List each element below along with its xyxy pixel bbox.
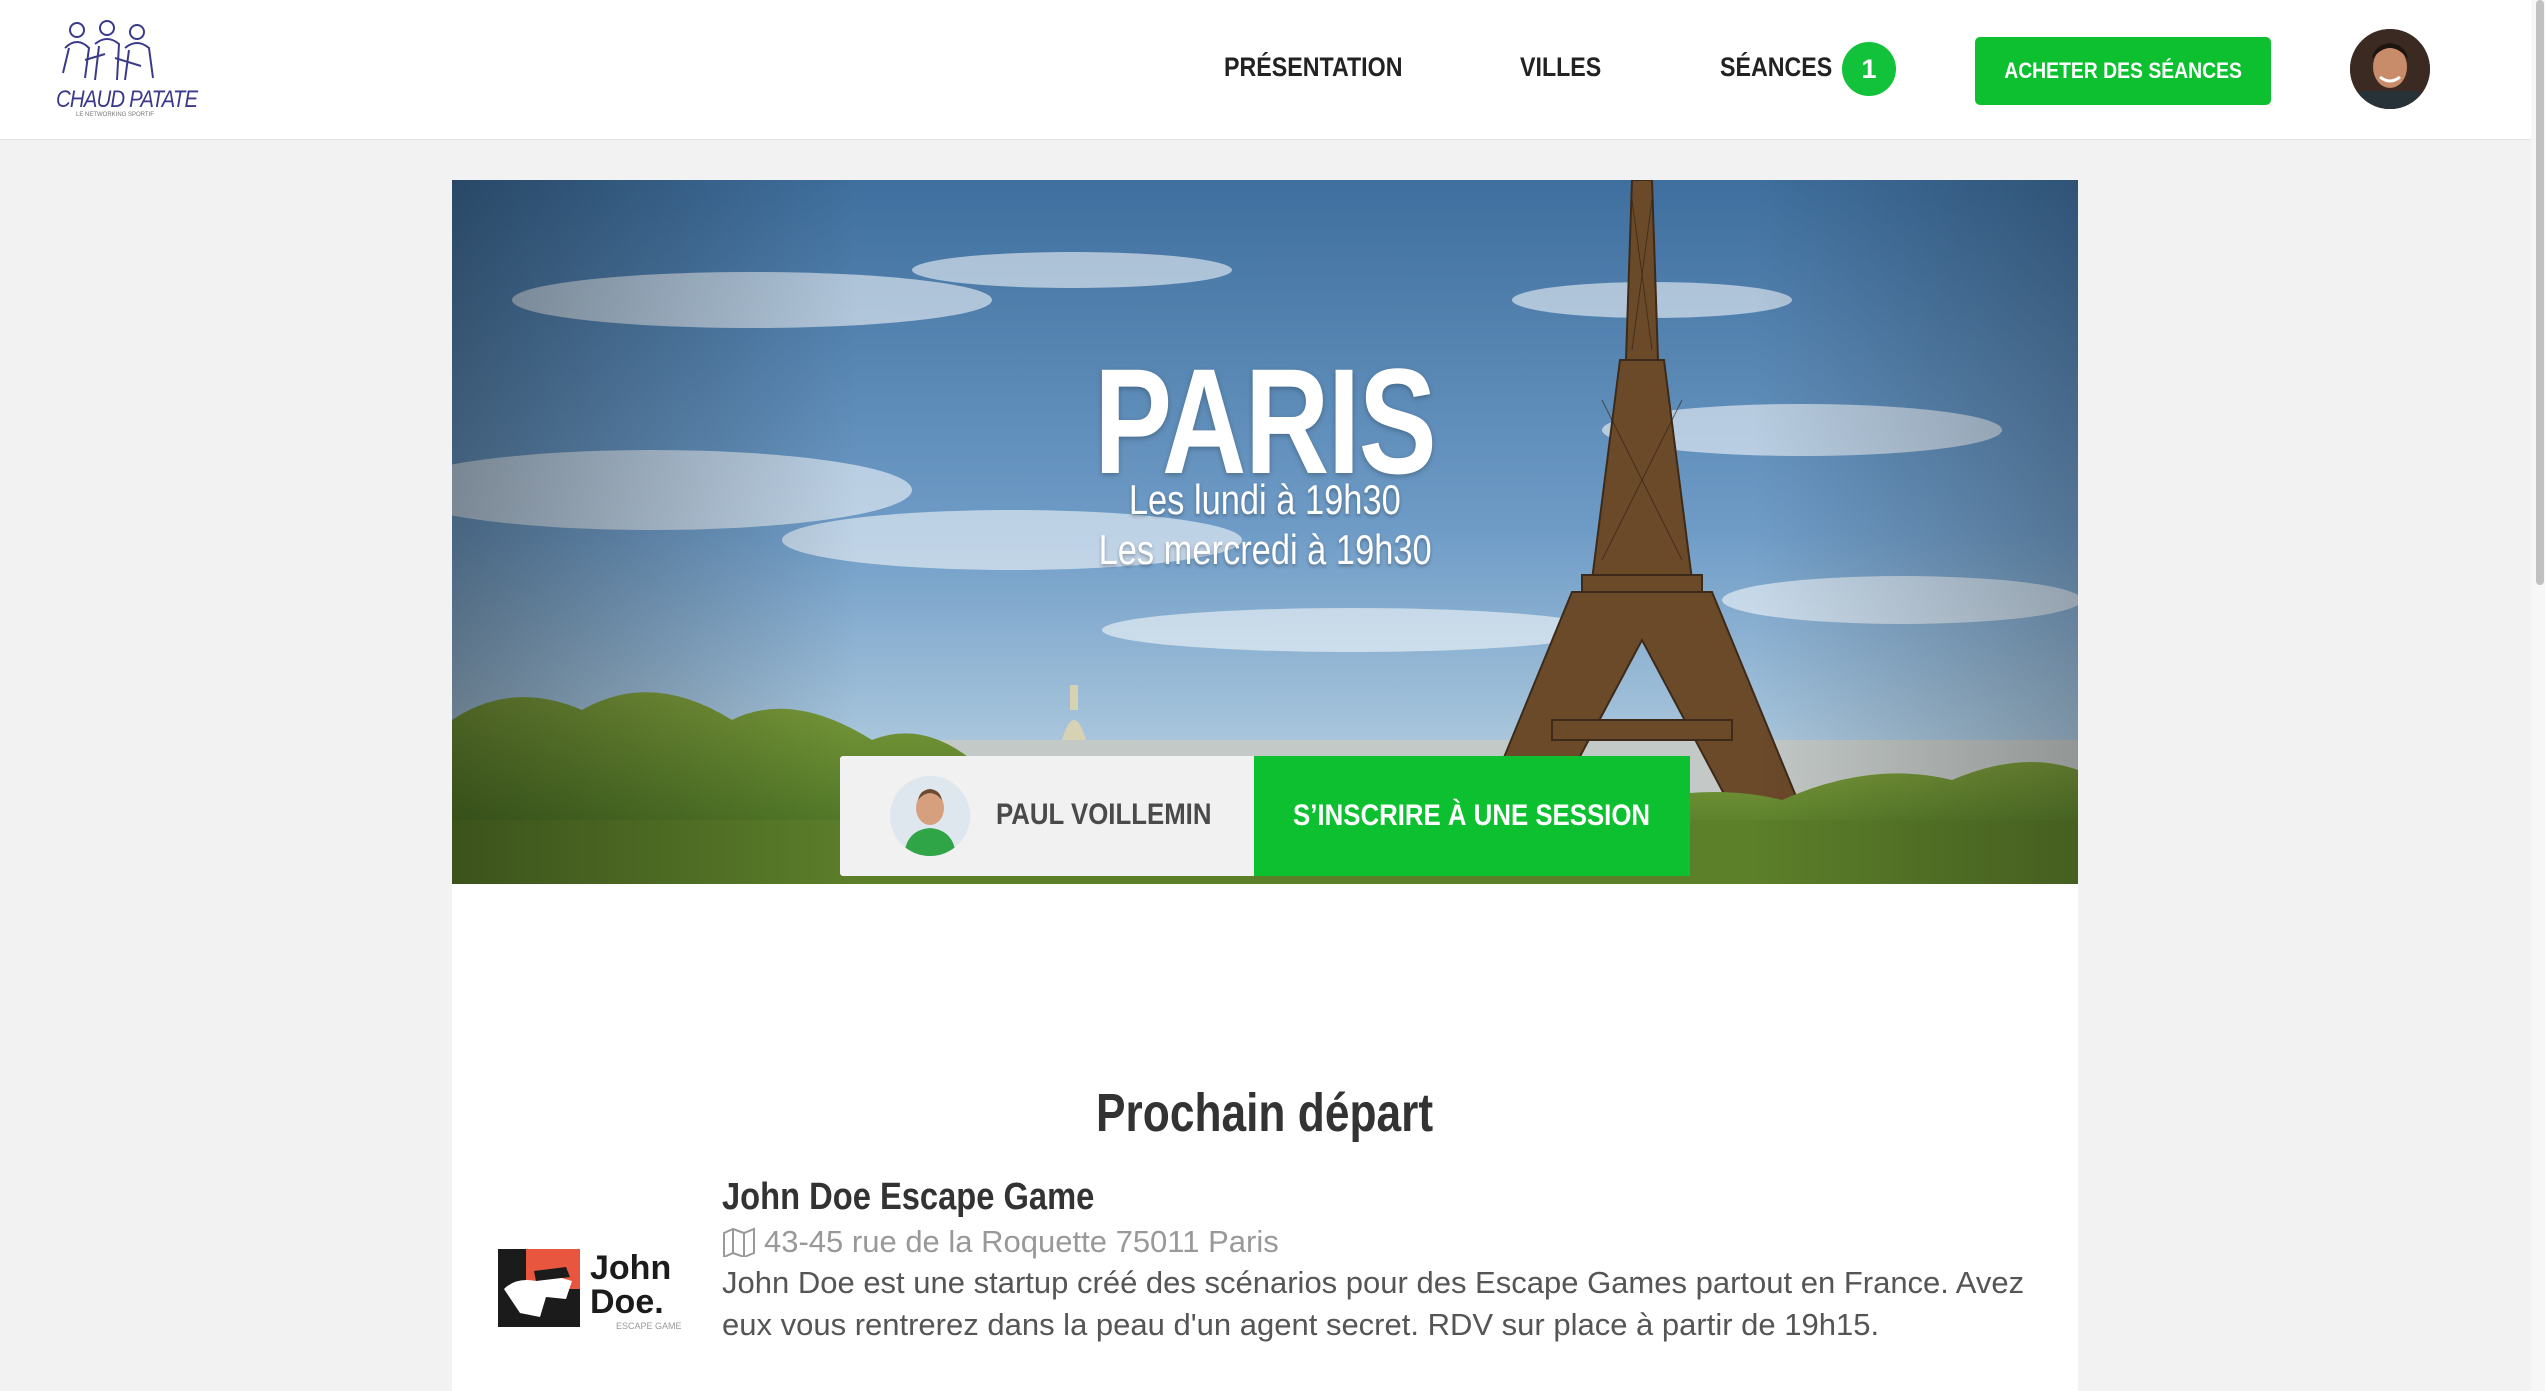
schedule-line-1-text: Les lundi à 19h30 bbox=[1129, 476, 1401, 523]
coach-avatar bbox=[890, 776, 970, 856]
section-title: Prochain départ bbox=[452, 1082, 2078, 1144]
john-doe-logo-tagline: ESCAPE GAME bbox=[616, 1321, 682, 1331]
john-doe-logo-line2: Doe. bbox=[590, 1283, 664, 1321]
buy-sessions-button[interactable]: ACHETER DES SÉANCES bbox=[1975, 37, 2271, 105]
signup-session-button[interactable]: S’INSCRIRE À UNE SESSION bbox=[1254, 756, 1690, 876]
venue-address[interactable]: 43-45 rue de la Roquette 75011 Paris bbox=[722, 1222, 1279, 1262]
section-title-text: Prochain départ bbox=[1096, 1083, 1434, 1143]
coach-photo-icon bbox=[890, 776, 970, 856]
logo-tagline: LE NETWORKING SPORTIF bbox=[76, 112, 154, 118]
buy-sessions-label: ACHETER DES SÉANCES bbox=[2004, 58, 2242, 83]
user-avatar[interactable] bbox=[2350, 29, 2430, 109]
john-doe-logo[interactable]: John Doe. ESCAPE GAME bbox=[496, 1237, 692, 1332]
john-doe-logo-line1: John bbox=[590, 1249, 671, 1287]
schedule-line-2-text: Les mercredi à 19h30 bbox=[1098, 526, 1432, 573]
venue-description: John Doe est une startup créé des scénar… bbox=[722, 1265, 2025, 1342]
sessions-count-badge[interactable]: 1 bbox=[1842, 42, 1896, 96]
coach-name: PAUL VOILLEMIN bbox=[996, 798, 1212, 831]
schedule-line-1: Les lundi à 19h30 bbox=[452, 476, 2078, 524]
map-icon bbox=[723, 1227, 755, 1257]
user-photo-icon bbox=[2350, 29, 2430, 109]
john-doe-spy-icon: John Doe. ESCAPE GAME bbox=[498, 1249, 682, 1331]
page-scrollbar-thumb[interactable] bbox=[2536, 0, 2544, 585]
nav-presentation[interactable]: PRÉSENTATION bbox=[1224, 52, 1402, 83]
coach-card[interactable]: PAUL VOILLEMIN bbox=[840, 756, 1254, 876]
nav-seances[interactable]: SÉANCES bbox=[1720, 52, 1832, 83]
schedule-line-2: Les mercredi à 19h30 bbox=[452, 526, 2078, 574]
nav-villes[interactable]: VILLES bbox=[1520, 52, 1601, 83]
top-navigation-bar: CHAUD PATATE LE NETWORKING SPORTIF PRÉSE… bbox=[0, 0, 2545, 140]
signup-session-label: S’INSCRIRE À UNE SESSION bbox=[1293, 799, 1651, 832]
venue-address-text: 43-45 rue de la Roquette 75011 Paris bbox=[764, 1224, 1279, 1259]
next-departure-section: Prochain départ John Doe. ESCAPE GAME Jo… bbox=[452, 884, 2078, 1391]
venue-name[interactable]: John Doe Escape Game bbox=[722, 1176, 1094, 1219]
logo-wordmark: CHAUD PATATE bbox=[56, 86, 198, 113]
